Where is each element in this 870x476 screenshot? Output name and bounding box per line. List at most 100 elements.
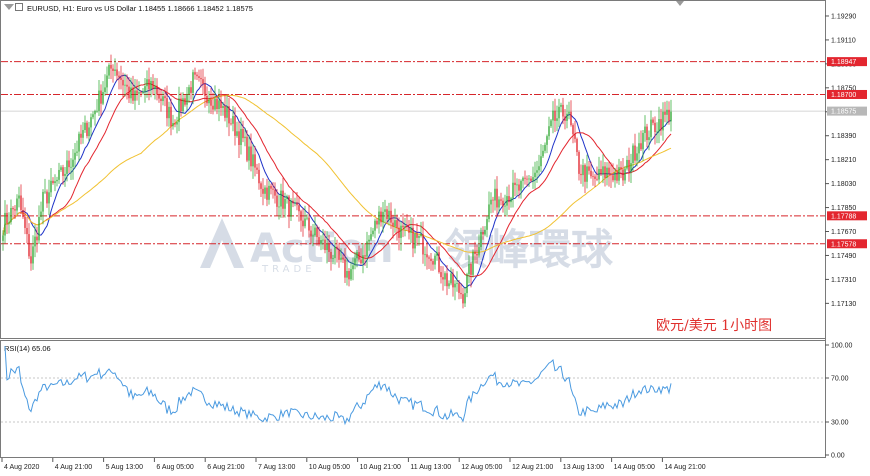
trading-chart[interactable]: Action 領峰環球 TRADE EURUSD, H1: Euro vs US…	[0, 0, 870, 476]
time-tick-label: 5 Aug 13:00	[106, 464, 143, 471]
candle-bear	[616, 172, 618, 181]
candle-bull	[78, 133, 80, 152]
time-tick-label: 11 Aug 13:00	[410, 464, 451, 471]
candle-bear	[430, 258, 432, 262]
candle-bull	[290, 200, 292, 217]
time-tick-label: 4 Aug 21:00	[55, 464, 92, 471]
candle-bear	[402, 225, 404, 228]
candle-bull	[614, 172, 616, 181]
candle-bull	[138, 92, 140, 94]
candle-bull	[434, 255, 436, 265]
candle-bear	[462, 294, 464, 304]
candle-bear	[282, 190, 284, 209]
candle-bear	[224, 106, 226, 118]
candle-bull	[240, 128, 242, 145]
time-tick-label: 14 Aug 05:00	[614, 464, 655, 471]
candle-bear	[318, 237, 320, 244]
candle-bear	[476, 253, 478, 256]
candle-bear	[316, 227, 318, 238]
candle-bear	[292, 200, 294, 204]
candle-bear	[646, 126, 648, 141]
time-tick-label: 7 Aug 13:00	[258, 464, 295, 471]
candle-bull	[58, 169, 60, 180]
candle-bear	[474, 251, 476, 254]
candle-bear	[428, 257, 430, 259]
price-tick-label: 1.19290	[831, 13, 856, 20]
symbol-info-line: EURUSD, H1: Euro vs US Dollar 1.18455 1.…	[27, 4, 253, 13]
candle-bull	[532, 177, 534, 181]
candle-bear	[580, 173, 582, 176]
candle-bear	[296, 202, 298, 206]
candle-bear	[628, 159, 630, 172]
candle-bull	[370, 234, 372, 240]
candle-bull	[66, 160, 68, 174]
candle-bear	[530, 178, 532, 181]
candle-bull	[494, 188, 496, 201]
candle-bull	[146, 79, 148, 87]
time-tick-label: 10 Aug 05:00	[309, 464, 350, 471]
candle-bear	[460, 292, 462, 295]
candle-bull	[286, 196, 288, 199]
candle-bear	[422, 234, 424, 255]
price-axis[interactable]: 1.192901.191101.189301.187501.185701.183…	[825, 13, 867, 308]
time-tick-label: 4 Aug 2020	[4, 464, 40, 471]
candle-bull	[544, 144, 546, 151]
candle-bear	[576, 138, 578, 153]
candle-bull	[598, 169, 600, 180]
candle-bull	[150, 80, 152, 90]
candle-bull	[326, 243, 328, 251]
candle-bull	[186, 94, 188, 105]
candle-bear	[200, 77, 202, 80]
candle-bull	[320, 240, 322, 244]
candle-bull	[478, 246, 480, 256]
candle-bull	[648, 137, 650, 141]
candle-bull	[504, 205, 506, 207]
candle-bull	[268, 185, 270, 200]
candle-bear	[328, 243, 330, 252]
candle-bull	[512, 182, 514, 199]
candle-bear	[664, 111, 666, 115]
candle-bull	[10, 208, 12, 223]
time-tick-label: 10 Aug 21:00	[360, 464, 401, 471]
level-price-badge: 1.18700	[831, 92, 856, 99]
candle-bear	[302, 220, 304, 227]
candle-bull	[192, 72, 194, 93]
candle-bull	[60, 167, 62, 170]
candle-bull	[340, 257, 342, 260]
time-axis[interactable]: 4 Aug 2020 4 Aug 21:00 5 Aug 13:00 6 Aug 05…	[1, 458, 706, 471]
candle-bear	[660, 119, 662, 131]
candle-bull	[32, 246, 34, 264]
candle-bear	[330, 251, 332, 259]
main-pane-frame	[0, 0, 826, 339]
candle-bull	[350, 269, 352, 280]
time-tick-label: 14 Aug 21:00	[664, 464, 705, 471]
candle-bear	[572, 125, 574, 134]
candle-bear	[668, 109, 670, 122]
candle-bear	[112, 68, 114, 71]
candle-bear	[440, 272, 442, 278]
candle-bull	[96, 110, 98, 112]
candle-bear	[288, 196, 290, 217]
candle-bear	[524, 177, 526, 179]
rsi-tick-label: 70.00	[831, 376, 849, 383]
candle-bear	[174, 123, 176, 125]
candle-bear	[250, 146, 252, 167]
candle-bear	[110, 64, 112, 69]
candle-bull	[2, 235, 4, 241]
candle-bull	[420, 234, 422, 237]
candle-bull	[472, 251, 474, 275]
candle-bear	[230, 123, 232, 125]
candle-bull	[582, 165, 584, 176]
candle-bear	[508, 196, 510, 203]
candle-bull	[480, 231, 482, 247]
candle-bull	[90, 117, 92, 128]
current-price-badge: 1.18575	[831, 109, 856, 116]
candle-bear	[600, 169, 602, 175]
rsi-axis[interactable]: 100.00 70.00 30.00 0.00	[825, 343, 853, 460]
candle-bull	[44, 191, 46, 193]
candle-bull	[606, 167, 608, 178]
candle-bear	[204, 83, 206, 96]
candle-bull	[134, 90, 136, 101]
candle-bear	[238, 131, 240, 145]
candle-bear	[156, 85, 158, 95]
